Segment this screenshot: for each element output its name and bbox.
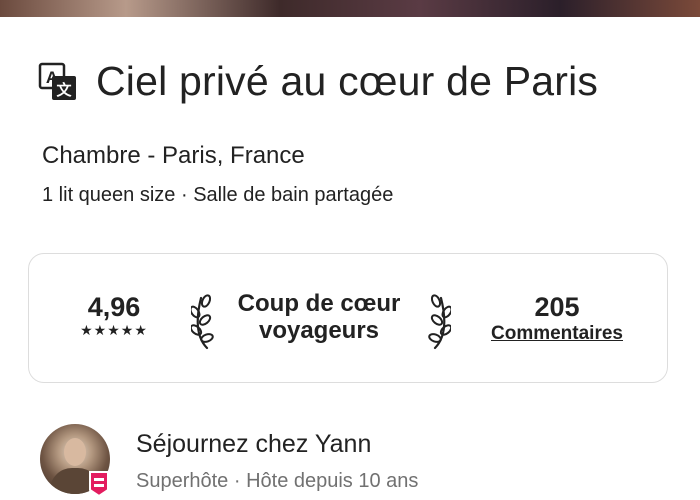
reviews-count: 205	[534, 292, 580, 322]
guest-favorite-line1: Coup de cœur	[237, 290, 401, 317]
host-name: Séjournez chez Yann	[136, 430, 372, 458]
guest-favorite-line2: voyageurs	[258, 317, 380, 344]
reviews-link[interactable]: Commentaires	[487, 322, 627, 346]
laurel-left-icon	[191, 294, 214, 350]
listing-location: Chambre - Paris, France	[42, 142, 305, 169]
listing-details: 1 lit queen size · Salle de bain partagé…	[42, 184, 394, 206]
reviews-block: 205 Commentaires	[487, 292, 627, 346]
translate-icon[interactable]: A 文	[38, 62, 78, 102]
hero-photo[interactable]	[0, 0, 700, 17]
guest-favorite-label: Coup de cœur voyageurs	[219, 290, 419, 344]
stats-card: 4,96 ★★★★★ Coup de cœur voyageurs 205 Co…	[28, 253, 668, 383]
title-row: A 文 Ciel privé au cœur de Paris	[38, 58, 598, 105]
rating-value: 4,96	[87, 292, 141, 322]
listing-title: Ciel privé au cœur de Paris	[96, 58, 599, 104]
rating-block: 4,96 ★★★★★	[69, 292, 159, 338]
laurel-right-icon	[428, 294, 451, 350]
svg-text:文: 文	[56, 81, 72, 99]
superhost-badge-icon	[89, 471, 109, 498]
rating-stars: ★★★★★	[80, 322, 148, 338]
avatar-face	[64, 438, 86, 466]
host-info: Superhôte · Hôte depuis 10 ans	[136, 470, 419, 492]
